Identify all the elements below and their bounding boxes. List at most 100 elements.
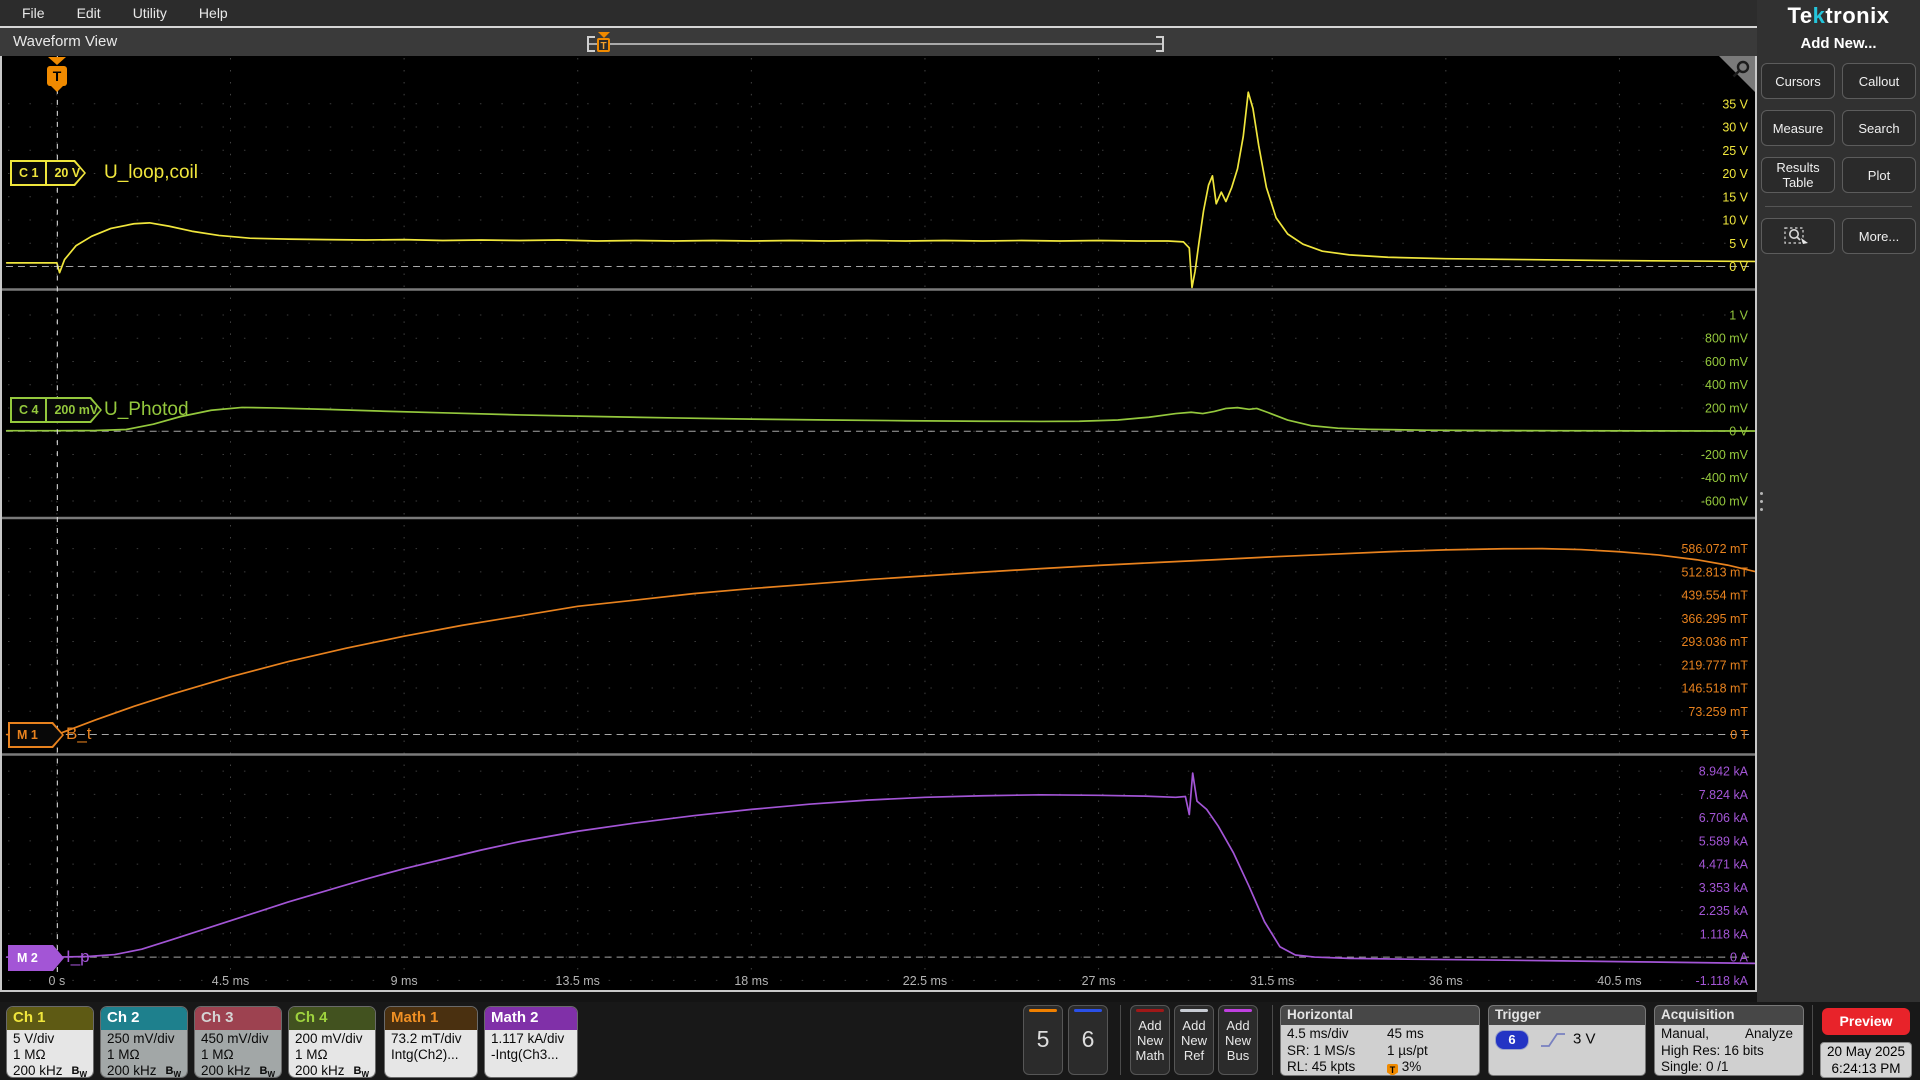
rising-edge-icon: [1541, 1033, 1565, 1047]
magnifier-icon: [1732, 60, 1750, 78]
waveform-ch1[interactable]: [5, 91, 1755, 289]
axis-tick-label-math1: 146.518 mT: [1681, 682, 1748, 696]
channel-card-row: 5 V/div: [13, 1031, 55, 1046]
menu-item-edit[interactable]: Edit: [61, 2, 117, 24]
acquisition-mode-row: Manual, Analyze: [1661, 1026, 1797, 1043]
channel-card-ch-2[interactable]: Ch 2 250 mV/div 1 MΩ 200 kHz BW: [100, 1006, 188, 1078]
channel-card-title: Math 2: [485, 1007, 577, 1030]
ruler-line: [589, 43, 1162, 45]
view-title: Waveform View: [13, 33, 118, 50]
axis-tick-label-ch4: 600 mV: [1705, 355, 1749, 369]
trigger-source-badge: 6: [1495, 1030, 1529, 1050]
waveform-label-ch4[interactable]: U_Photod: [104, 399, 189, 421]
channel-badge-ch4[interactable]: C 4 200 mV: [10, 397, 102, 423]
channel-card-row: 200 kHz BW: [295, 1063, 369, 1077]
channel-card-row: 1.117 kA/div: [491, 1031, 565, 1046]
channel-card-title: Ch 4: [289, 1007, 375, 1030]
add-new-math-button[interactable]: Add New Math: [1130, 1005, 1170, 1075]
channel-card-title: Ch 3: [195, 1007, 281, 1030]
waveform-ch4[interactable]: [5, 406, 1755, 432]
horizontal-left-value: 4.5 ms/div: [1287, 1026, 1349, 1041]
trigger-T-icon: T: [1387, 1064, 1398, 1075]
channel-badge-math2[interactable]: M 2: [8, 945, 64, 971]
channel-card-row: 1 MΩ: [13, 1047, 46, 1062]
add-results-table-button[interactable]: Results Table: [1761, 157, 1835, 193]
channel-card-settings: 73.2 mT/div Intg(Ch2)...: [385, 1030, 477, 1077]
acquisition-panel[interactable]: Acquisition Manual, Analyze High Res: 16 bi…: [1654, 1005, 1804, 1076]
menu-bar: File Edit Utility Help: [0, 0, 1757, 26]
axis-tick-label-ch4: 800 mV: [1705, 332, 1749, 346]
scale-button-5[interactable]: 5: [1023, 1005, 1063, 1075]
trigger-flag-arrow-icon: [48, 57, 66, 65]
menu-item-help[interactable]: Help: [183, 2, 244, 24]
time-axis-label: 27 ms: [1082, 974, 1116, 988]
channel-card-ch-1[interactable]: Ch 15 V/div 1 MΩ 200 kHz BW: [6, 1006, 94, 1078]
axis-tick-label-ch1: 0 V: [1729, 260, 1748, 274]
waveform-plot-area[interactable]: 35 V 30 V 25 V 20 V 15 V 10 V 5 V 0 V 1 V 800 mV 6…: [0, 56, 1757, 992]
bottombar-divider: [1272, 1005, 1273, 1075]
horizontal-panel-title: Horizontal: [1281, 1006, 1479, 1025]
channel-badge-id: C 1: [19, 166, 39, 180]
splitter-handle[interactable]: [1760, 492, 1764, 516]
menu-item-file[interactable]: File: [6, 2, 61, 24]
waveform-math1[interactable]: [5, 547, 1755, 736]
time-value: 6:24:13 PM: [1831, 1061, 1901, 1076]
time-axis-label: 31.5 ms: [1250, 974, 1294, 988]
waveform-label-math1[interactable]: B_t: [66, 724, 92, 744]
horizontal-pan-ruler[interactable]: T: [587, 32, 1164, 52]
acquisition-single-count: Single: 0 /1: [1661, 1059, 1729, 1074]
axis-tick-label-ch1: 5 V: [1729, 237, 1748, 251]
add-search-button[interactable]: Search: [1842, 110, 1916, 146]
add-callout-button[interactable]: Callout: [1842, 63, 1916, 99]
channel-card-ch-3[interactable]: Ch 3 450 mV/div 1 MΩ 200 kHz BW: [194, 1006, 282, 1078]
time-axis-label: 36 ms: [1429, 974, 1463, 988]
channel-card-row: 200 kHz BW: [13, 1063, 87, 1077]
channel-badge-id: M 1: [17, 728, 38, 742]
trigger-flag[interactable]: T: [46, 57, 68, 92]
axis-tick-label-ch1: 20 V: [1722, 167, 1748, 181]
bottom-settings-bar: Ch 15 V/div 1 MΩ 200 kHz BW Ch 2 250 mV/div 1 …: [0, 1002, 1920, 1080]
trigger-flag-tail-icon: [51, 86, 63, 92]
add-new-bus-button[interactable]: Add New Bus: [1218, 1005, 1258, 1075]
add-button-stripe: [1224, 1009, 1252, 1012]
axis-tick-label-math1: 293.036 mT: [1681, 635, 1748, 649]
channel-card-title: Ch 2: [101, 1007, 187, 1030]
ruler-right-bracket[interactable]: [1156, 36, 1164, 52]
channel-card-row: 1 MΩ: [107, 1047, 140, 1062]
box-zoom-icon: [1784, 227, 1808, 244]
axis-tick-label-math2: 4.471 kA: [1699, 858, 1749, 872]
axis-tick-label-math1: 586.072 mT: [1681, 542, 1748, 556]
channel-card-ch-4[interactable]: Ch 4 200 mV/div 1 MΩ 200 kHz BW: [288, 1006, 376, 1078]
channel-card-row: -Intg(Ch3...: [491, 1047, 559, 1062]
channel-badge-math1[interactable]: M 1: [8, 722, 64, 748]
preview-button[interactable]: Preview: [1822, 1008, 1910, 1035]
channel-card-settings: 1.117 kA/div -Intg(Ch3...: [485, 1030, 577, 1077]
box-zoom-button[interactable]: [1761, 218, 1835, 254]
trigger-flag-T-icon: T: [47, 66, 67, 86]
add-measure-button[interactable]: Measure: [1761, 110, 1835, 146]
channel-card-row: 200 mV/div: [295, 1031, 363, 1046]
trigger-panel[interactable]: Trigger 6 3 V: [1488, 1005, 1646, 1076]
horizontal-panel[interactable]: Horizontal 4.5 ms/div 45 ms SR: 1 MS/s 1 µs/…: [1280, 1005, 1480, 1076]
add-new-ref-button[interactable]: Add New Ref: [1174, 1005, 1214, 1075]
channel-card-math-1[interactable]: Math 1 73.2 mT/div Intg(Ch2)...: [384, 1006, 478, 1078]
ruler-left-bracket[interactable]: [587, 36, 595, 52]
waveform-label-ch1[interactable]: U_loop,coil: [104, 162, 198, 184]
time-axis-label: 4.5 ms: [212, 974, 249, 988]
channel-badge-ch1[interactable]: C 1 20 V: [10, 160, 86, 186]
axis-tick-label-math1: 0 T: [1730, 728, 1748, 742]
add-plot-button[interactable]: Plot: [1842, 157, 1916, 193]
channel-card-math-2[interactable]: Math 2 1.117 kA/div -Intg(Ch3...: [484, 1006, 578, 1078]
add-cursors-button[interactable]: Cursors: [1761, 63, 1835, 99]
waveform-label-math2[interactable]: I_p: [66, 947, 90, 967]
time-axis-label: 22.5 ms: [903, 974, 947, 988]
datetime-badge[interactable]: 20 May 2025 6:24:13 PM: [1820, 1042, 1912, 1078]
scale-button-6[interactable]: 6: [1068, 1005, 1108, 1075]
bandwidth-value: 200 kHz: [201, 1063, 251, 1078]
channel-card-settings: 450 mV/div 1 MΩ 200 kHz BW: [195, 1030, 281, 1078]
more-button[interactable]: More...: [1842, 218, 1916, 254]
channel-card-row: 200 kHz BW: [107, 1063, 181, 1077]
menu-item-utility[interactable]: Utility: [117, 2, 183, 24]
waveform-math2[interactable]: [5, 772, 1755, 965]
ruler-trigger-marker[interactable]: T: [596, 32, 611, 52]
